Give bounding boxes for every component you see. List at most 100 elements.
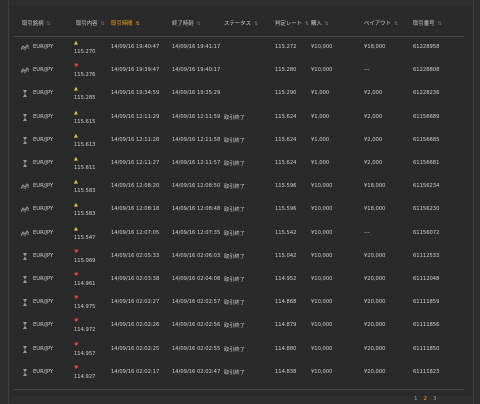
- down-arrow-icon: ♥: [74, 248, 79, 255]
- table-row[interactable]: EUR/JPY ▲ 115.583 14/09/16 12:08:18 14/09/16…: [14, 198, 464, 221]
- trade-number-cell: 61228236: [413, 90, 440, 97]
- table-row[interactable]: EUR/JPY ▲ 115.285 14/09/16 19:34:59 14/09/16…: [14, 82, 464, 105]
- down-arrow-icon: ♥: [74, 318, 79, 325]
- judge-rate-cell: 115.280: [275, 67, 297, 74]
- purchase-cell: ¥10,000: [311, 368, 333, 375]
- sort-icon[interactable]: ⇅: [136, 21, 140, 27]
- judge-rate-cell: 114.952: [275, 276, 297, 282]
- header-col-payout[interactable]: ペイアウト ⇅: [364, 19, 398, 27]
- trade-time-cell: 14/09/16 19:34:59: [111, 90, 160, 97]
- judge-rate-cell: 114.880: [275, 345, 297, 352]
- trade-time-cell: 14/09/16 02:03:38: [111, 276, 160, 282]
- sort-icon[interactable]: ⇅: [305, 21, 309, 27]
- status-cell: 取引終了: [224, 369, 245, 376]
- table-row[interactable]: EUR/JPY ♥ 114.927 14/09/16 02:02:17 14/09/16…: [14, 361, 464, 384]
- header-col-trade-number[interactable]: 取引番号 ⇅: [413, 19, 442, 27]
- end-time-cell: 14/09/16 19:41:17: [172, 44, 221, 50]
- down-arrow-icon: ♥: [74, 295, 79, 302]
- end-time-cell: 14/09/16 19:40:17: [172, 67, 221, 74]
- sort-icon[interactable]: ⇅: [47, 21, 51, 27]
- purchase-cell: ¥10,000: [311, 299, 333, 306]
- end-time-cell: 14/09/16 12:08:50: [172, 183, 221, 190]
- trade-number-cell: 61156234: [413, 183, 440, 190]
- end-time-cell: 14/09/16 02:02:55: [172, 345, 221, 352]
- header-col-trade-time[interactable]: 取引時間 ⇅: [111, 19, 140, 27]
- symbol-cell: EUR/JPY: [33, 206, 54, 213]
- symbol-cell: EUR/JPY: [33, 67, 54, 74]
- symbol-cell: EUR/JPY: [33, 136, 54, 143]
- table-row[interactable]: EUR/JPY ♥ 114.961 14/09/16 02:03:38 14/09/16…: [14, 268, 464, 291]
- trade-time-cell: 14/09/16 12:11:27: [111, 160, 160, 166]
- hourglass-icon: [21, 322, 29, 330]
- table-header: 取引銘柄 ⇅ 取引内容 ⇅ 取引時間 ⇅ 終了時刻 ⇅ ステータス ⇅ 判定レート ⇅ 購入 ⇅ ペイアウト…: [14, 10, 464, 37]
- symbol-cell: EUR/JPY: [33, 160, 54, 166]
- spread-chart-icon: [20, 229, 30, 237]
- up-arrow-icon: ▲: [74, 179, 78, 186]
- trade-number-cell: 61112048: [413, 276, 440, 282]
- page-link[interactable]: 2: [424, 396, 428, 402]
- table-row[interactable]: EUR/JPY ▲ 115.270 14/09/16 19:40:47 14/09/16…: [14, 36, 464, 59]
- header-label: 取引番号: [413, 21, 435, 27]
- purchase-cell: ¥1,000: [311, 160, 330, 166]
- header-label: 取引銘柄: [22, 21, 44, 27]
- spread-chart-icon: [20, 67, 30, 74]
- trade-time-cell: 14/09/16 12:11:28: [111, 136, 160, 143]
- payout-cell: ¥20,000: [364, 299, 386, 306]
- up-arrow-icon: ▲: [74, 86, 78, 93]
- table-row[interactable]: EUR/JPY ♥ 115.276 14/09/16 19:39:47 14/09/16…: [14, 59, 464, 82]
- trade-time-cell: 14/09/16 02:02:17: [111, 368, 160, 375]
- table-row[interactable]: EUR/JPY ▲ 115.613 14/09/16 12:11:28 14/09/16…: [14, 129, 464, 152]
- entry-rate-cell: 115.613: [74, 141, 96, 148]
- purchase-cell: ¥10,000: [311, 44, 333, 50]
- header-col-judge-rate[interactable]: 判定レート ⇅: [275, 19, 309, 27]
- hourglass-icon: [21, 345, 29, 353]
- trade-number-cell: 61112533: [413, 252, 440, 259]
- page-link[interactable]: 1: [414, 396, 418, 402]
- judge-rate-cell: 115.596: [275, 206, 297, 213]
- sort-icon[interactable]: ⇅: [254, 21, 258, 27]
- symbol-cell: EUR/JPY: [33, 276, 54, 282]
- table-row[interactable]: EUR/JPY ▲ 115.615 14/09/16 12:11:29 14/09/16…: [14, 106, 464, 129]
- trade-time-cell: 14/09/16 02:02:26: [111, 322, 160, 329]
- table-row[interactable]: EUR/JPY ♥ 114.975 14/09/16 02:02:27 14/09/16…: [14, 291, 464, 314]
- judge-rate-cell: 115.542: [275, 229, 297, 236]
- judge-rate-cell: 115.596: [275, 183, 297, 190]
- trade-number-cell: 61156689: [413, 113, 440, 120]
- symbol-cell: EUR/JPY: [33, 322, 54, 329]
- header-col-purchase[interactable]: 購入 ⇅: [311, 19, 329, 27]
- table-row[interactable]: EUR/JPY ♥ 115.069 14/09/16 02:05:33 14/09/16…: [14, 245, 464, 268]
- sort-icon[interactable]: ⇅: [394, 21, 398, 27]
- up-arrow-icon: ▲: [74, 109, 78, 116]
- trade-number-cell: 61111823: [413, 368, 440, 375]
- payout-cell: ¥20,000: [364, 276, 386, 282]
- entry-rate-cell: 114.972: [74, 327, 96, 334]
- table-row[interactable]: EUR/JPY ♥ 114.972 14/09/16 02:02:26 14/09/16…: [14, 314, 464, 337]
- status-cell: 取引終了: [224, 114, 245, 121]
- sort-icon[interactable]: ⇅: [325, 21, 329, 27]
- header-col-status[interactable]: ステータス ⇅: [224, 19, 258, 27]
- payout-cell: ---: [364, 67, 370, 74]
- status-cell: 取引終了: [224, 161, 245, 167]
- table-row[interactable]: EUR/JPY ♥ 114.957 14/09/16 02:02:25 14/09/16…: [14, 338, 464, 361]
- header-label: ペイアウト: [364, 21, 391, 27]
- table-row[interactable]: EUR/JPY ▲ 115.547 14/09/16 12:07:05 14/09/16…: [14, 222, 464, 245]
- end-time-cell: 14/09/16 12:08:48: [172, 206, 221, 213]
- trade-time-cell: 14/09/16 12:08:18: [111, 206, 160, 213]
- up-arrow-icon: ▲: [74, 156, 78, 162]
- table-row[interactable]: EUR/JPY ▲ 115.583 14/09/16 12:08:20 14/09/16…: [14, 175, 464, 198]
- status-cell: 取引終了: [224, 300, 245, 307]
- hourglass-icon: [21, 252, 29, 260]
- header-col-content[interactable]: 取引内容 ⇅: [76, 19, 105, 27]
- purchase-cell: ¥10,000: [311, 183, 333, 190]
- header-col-end-time[interactable]: 終了時刻 ⇅: [172, 19, 201, 27]
- table-row[interactable]: EUR/JPY ▲ 115.611 14/09/16 12:11:27 14/09/16…: [14, 152, 464, 175]
- entry-rate-cell: 115.583: [74, 188, 96, 195]
- end-time-cell: 14/09/16 12:11:58: [172, 136, 221, 143]
- sort-icon[interactable]: ⇅: [197, 21, 201, 27]
- header-col-symbol[interactable]: 取引銘柄 ⇅: [22, 19, 51, 27]
- sort-icon[interactable]: ⇅: [101, 21, 105, 27]
- page-link[interactable]: 3: [433, 396, 437, 402]
- payout-cell: ¥20,000: [364, 368, 386, 375]
- hourglass-icon: [21, 113, 29, 121]
- sort-icon[interactable]: ⇅: [438, 21, 442, 27]
